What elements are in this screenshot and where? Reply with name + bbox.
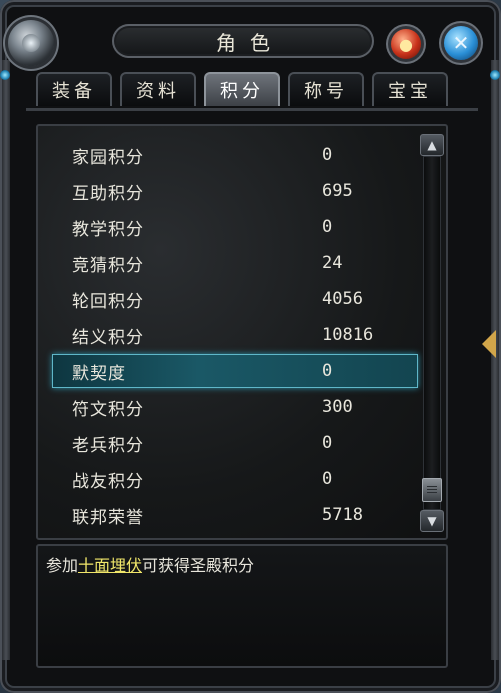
list-item[interactable]: 老兵积分 0 — [52, 426, 418, 460]
expand-arrow-icon[interactable] — [482, 330, 496, 358]
frame-left-edge — [2, 60, 10, 660]
scroll-thumb[interactable] — [422, 478, 442, 502]
score-value: 4056 — [322, 289, 363, 309]
list-item[interactable]: 轮回积分 4056 — [52, 282, 418, 316]
description-link[interactable]: 十面埋伏 — [78, 556, 142, 575]
score-label: 老兵积分 — [72, 435, 144, 456]
emblem-gem — [22, 34, 40, 52]
scroll-down-button[interactable]: ▼ — [420, 510, 444, 532]
score-label: 战友积分 — [72, 471, 144, 492]
tab-equipment[interactable]: 装备 — [36, 72, 112, 106]
list-item[interactable]: 结义积分 10816 — [52, 318, 418, 352]
points-list: 家园积分 0 互助积分 695 教学积分 0 竞猜积分 24 轮回积分 4056 结义积分… — [36, 124, 448, 540]
list-item[interactable]: 战友积分 0 — [52, 462, 418, 496]
scroll-up-button[interactable]: ▲ — [420, 134, 444, 156]
score-label: 家园积分 — [72, 147, 144, 168]
tab-titles[interactable]: 称号 — [288, 72, 364, 106]
list-item[interactable]: 家园积分 0 — [52, 138, 418, 172]
help-orb-icon: ● — [399, 34, 413, 54]
list-item-selected[interactable]: 默契度 0 — [52, 354, 418, 388]
tab-divider — [26, 108, 478, 111]
score-label: 符文积分 — [72, 399, 144, 420]
description-prefix: 参加 — [46, 556, 79, 575]
tab-points[interactable]: 积分 — [204, 72, 280, 106]
list-item[interactable]: 符文积分 300 — [52, 390, 418, 424]
list-item[interactable]: 竞猜积分 24 — [52, 246, 418, 280]
tab-profile[interactable]: 资料 — [120, 72, 196, 106]
score-label: 教学积分 — [72, 219, 144, 240]
list-item[interactable]: 互助积分 695 — [52, 174, 418, 208]
close-x-icon: ✕ — [452, 31, 470, 55]
close-button[interactable]: ✕ — [444, 26, 478, 60]
tab-bar: 装备 资料 积分 称号 宝宝 — [36, 72, 448, 108]
list-item[interactable]: 教学积分 0 — [52, 210, 418, 244]
window-emblem-icon — [8, 20, 54, 66]
window-title: 角色 — [112, 24, 374, 58]
score-label: 轮回积分 — [72, 291, 144, 312]
arrow-up-icon: ▲ — [427, 138, 437, 152]
scroll-track[interactable] — [423, 156, 441, 510]
score-value: 0 — [322, 217, 333, 237]
score-value: 0 — [322, 433, 333, 453]
score-label: 结义积分 — [72, 327, 144, 348]
score-label: 互助积分 — [72, 183, 144, 204]
frame-right-edge — [491, 60, 499, 660]
score-value: 24 — [322, 253, 343, 273]
list-item[interactable]: 联邦荣誉 5718 — [52, 498, 418, 532]
frame-stud-icon — [490, 70, 500, 80]
score-value: 10816 — [322, 325, 374, 345]
score-label: 默契度 — [72, 363, 126, 384]
description-suffix: 可获得圣殿积分 — [142, 556, 255, 575]
help-button[interactable]: ● — [391, 29, 421, 59]
tab-pets[interactable]: 宝宝 — [372, 72, 448, 106]
score-value: 0 — [322, 361, 333, 381]
frame-stud-icon — [0, 70, 10, 80]
score-value: 695 — [322, 181, 353, 201]
arrow-down-icon: ▼ — [427, 514, 437, 528]
score-value: 300 — [322, 397, 353, 417]
description-box: 参加十面埋伏可获得圣殿积分 — [36, 544, 448, 668]
score-value: 0 — [322, 145, 333, 165]
score-value: 5718 — [322, 505, 363, 525]
list-scrollbar[interactable]: ▲ ▼ — [420, 134, 444, 532]
score-value: 0 — [322, 469, 333, 489]
score-label: 联邦荣誉 — [72, 507, 144, 528]
score-label: 竞猜积分 — [72, 255, 144, 276]
